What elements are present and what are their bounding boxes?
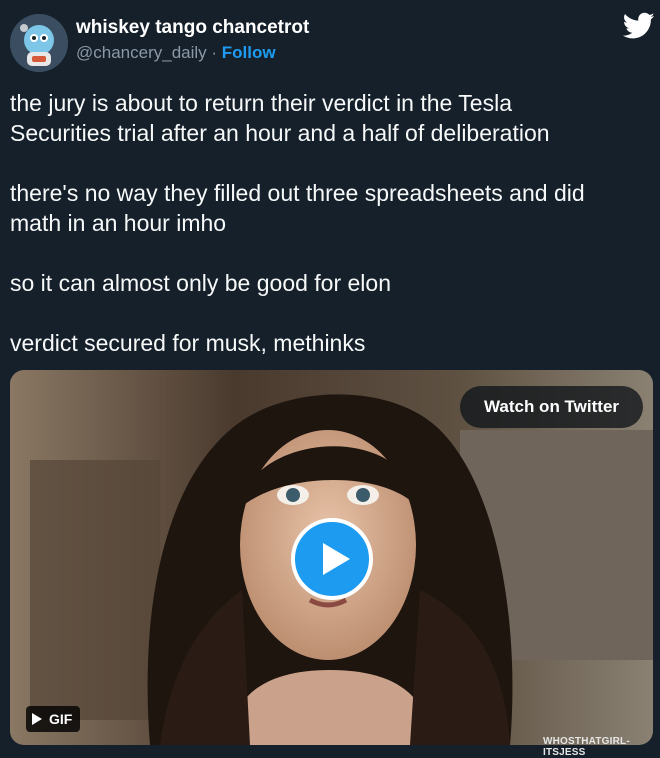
avatar[interactable] (10, 14, 68, 72)
gif-badge[interactable]: GIF (26, 706, 81, 732)
tweet-paragraph: so it can almost only be good for elon (10, 270, 392, 296)
play-icon (323, 543, 350, 575)
gif-watermark: WHOSTHATGIRL-ITSJESS (543, 736, 630, 758)
cartoon-character-avatar-icon (10, 14, 68, 72)
tweet-paragraph: there's no way they filled out three spr… (10, 180, 585, 236)
tweet-header: whiskey tango chancetrot @chancery_daily… (0, 0, 660, 74)
tweet-text: the jury is about to return their verdic… (10, 88, 650, 388)
watch-on-twitter-button[interactable]: Watch on Twitter (460, 386, 643, 428)
play-small-icon (32, 713, 42, 725)
gif-label: GIF (49, 711, 73, 727)
user-display-name[interactable]: whiskey tango chancetrot (76, 17, 309, 39)
tweet-paragraph: verdict secured for musk, methinks (10, 330, 366, 356)
twitter-bird-icon[interactable] (623, 12, 655, 40)
follow-button[interactable]: Follow (222, 43, 276, 62)
handle-row: @chancery_daily · Follow (76, 43, 276, 63)
play-button[interactable] (291, 518, 373, 600)
separator-dot: · (206, 43, 222, 62)
tweet-paragraph: the jury is about to return their verdic… (10, 90, 550, 146)
user-handle[interactable]: @chancery_daily (76, 43, 207, 62)
